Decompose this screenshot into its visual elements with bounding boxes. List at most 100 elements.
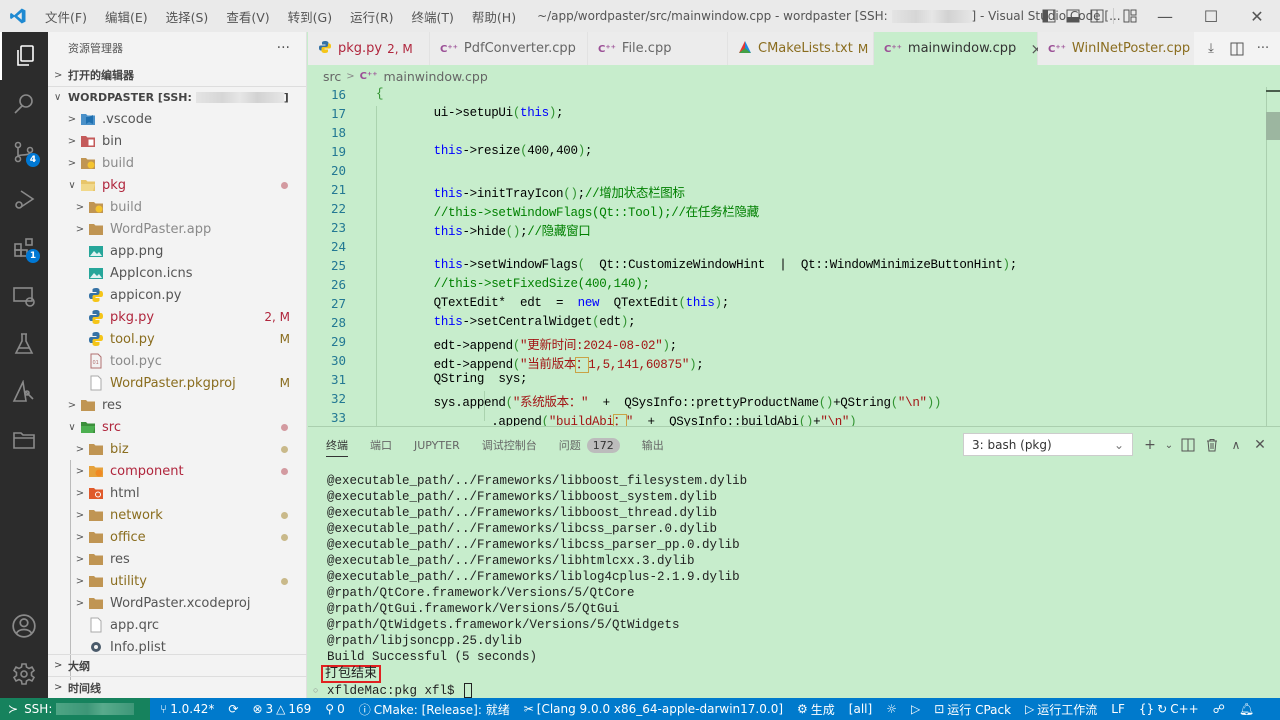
tree-folder[interactable]: > component: [48, 460, 306, 482]
search-icon[interactable]: [0, 80, 48, 128]
tree-file[interactable]: appicon.py: [48, 284, 306, 306]
panel-tab[interactable]: 终端: [326, 427, 348, 463]
tab-mainwindow-cpp[interactable]: C⁺⁺ mainwindow.cpp ×: [874, 32, 1043, 65]
cmake-status[interactable]: ⓘ CMake: [Release]: 就绪: [352, 701, 517, 718]
sync-button[interactable]: ⟳: [221, 702, 245, 716]
tree-folder[interactable]: > bin: [48, 130, 306, 152]
panel-tab[interactable]: JUPYTER: [414, 427, 460, 463]
menu-item[interactable]: 选择(S): [157, 7, 218, 26]
close-panel-button[interactable]: ✕: [1248, 437, 1272, 453]
tree-folder[interactable]: > .vscode: [48, 108, 306, 130]
tab-cmakelists-txt[interactable]: CMakeLists.txt M: [728, 32, 874, 65]
cmake-icon[interactable]: [0, 368, 48, 416]
menu-item[interactable]: 查看(V): [217, 7, 278, 26]
menu-item[interactable]: 转到(G): [279, 7, 341, 26]
terminal-prompt[interactable]: ○ xfldeMac:pkg xfl$: [313, 683, 747, 699]
toggle-secondary-sidebar-button[interactable]: [1085, 0, 1109, 32]
tree-folder[interactable]: > build: [48, 196, 306, 218]
tree-file[interactable]: app.png: [48, 240, 306, 262]
tree-file[interactable]: tool.py M: [48, 328, 306, 350]
tab-pkg-py[interactable]: pkg.py 2, M: [308, 32, 430, 65]
tree-folder[interactable]: > office: [48, 526, 306, 548]
tree-folder[interactable]: > res: [48, 548, 306, 570]
outline-section[interactable]: > 大纲: [48, 654, 307, 676]
tree-folder[interactable]: ∨ pkg: [48, 174, 306, 196]
menu-item[interactable]: 文件(F): [36, 7, 96, 26]
menu-item[interactable]: 运行(R): [341, 7, 402, 26]
minimize-button[interactable]: —: [1142, 0, 1188, 32]
feedback-icon[interactable]: ☍: [1206, 702, 1232, 716]
run-button[interactable]: ▷: [904, 702, 927, 716]
tree-folder[interactable]: > html: [48, 482, 306, 504]
more-actions-button[interactable]: ···: [277, 40, 290, 56]
extensions-icon[interactable]: 1: [0, 224, 48, 272]
workflow-button[interactable]: ▷ 运行工作流: [1018, 701, 1104, 718]
maximize-panel-button[interactable]: ∧: [1224, 438, 1248, 452]
notifications-icon[interactable]: 🔔︎: [1232, 702, 1261, 716]
debug-button[interactable]: ☼: [879, 702, 904, 716]
trash-icon[interactable]: [1200, 438, 1224, 452]
tree-folder[interactable]: > WordPaster.app: [48, 218, 306, 240]
tree-file[interactable]: WordPaster.pkgproj M: [48, 372, 306, 394]
problems-status[interactable]: ⊗ 3 △ 169: [245, 702, 318, 716]
eol-status[interactable]: LF: [1104, 702, 1132, 716]
folders-icon[interactable]: [0, 416, 48, 464]
account-icon[interactable]: [0, 602, 48, 650]
breadcrumb-item[interactable]: src: [323, 69, 341, 84]
code-editor[interactable]: 16 {17 ui->setupUi(this); 18 19 this->resiz…: [308, 87, 1280, 430]
settings-gear-icon[interactable]: [0, 650, 48, 698]
cmake-kit[interactable]: ✂ [Clang 9.0.0 x86_64-apple-darwin17.0.0]: [517, 702, 790, 716]
toggle-sidebar-button[interactable]: [1037, 0, 1061, 32]
new-terminal-button[interactable]: +: [1138, 437, 1162, 453]
close-window-button[interactable]: ✕: [1234, 0, 1280, 32]
tree-file[interactable]: pkg.py 2, M: [48, 306, 306, 328]
tree-folder[interactable]: > build: [48, 152, 306, 174]
menu-item[interactable]: 终端(T): [403, 7, 463, 26]
remote-indicator[interactable]: ≻ SSH:: [0, 698, 150, 720]
editor-scrollbar[interactable]: [1266, 87, 1280, 426]
terminal-selector[interactable]: 3: bash (pkg) ⌄: [963, 433, 1133, 456]
customize-layout-button[interactable]: [1118, 0, 1142, 32]
workspace-section[interactable]: ∨ WORDPASTER [SSH: ]: [48, 86, 306, 108]
tree-folder[interactable]: > utility: [48, 570, 306, 592]
maximize-button[interactable]: ☐: [1188, 0, 1234, 32]
tree-folder[interactable]: ∨ src: [48, 416, 306, 438]
tree-folder[interactable]: > res: [48, 394, 306, 416]
menu-item[interactable]: 编辑(E): [96, 7, 157, 26]
tree-folder[interactable]: > biz: [48, 438, 306, 460]
breadcrumb-item[interactable]: mainwindow.cpp: [384, 69, 488, 84]
scrollbar-thumb[interactable]: [1266, 112, 1280, 140]
tab-file-cpp[interactable]: C⁺⁺ File.cpp: [588, 32, 728, 65]
run-debug-icon[interactable]: [0, 176, 48, 224]
tree-folder[interactable]: > network: [48, 504, 306, 526]
tree-file[interactable]: app.qrc: [48, 614, 306, 636]
tab-pdfconverter-cpp[interactable]: C⁺⁺ PdfConverter.cpp: [430, 32, 588, 65]
source-control-icon[interactable]: 4: [0, 128, 48, 176]
cmake-build-button[interactable]: ⚙ 生成: [790, 701, 842, 718]
open-editors-section[interactable]: > 打开的编辑器: [48, 64, 306, 86]
tree-file[interactable]: AppIcon.icns: [48, 262, 306, 284]
ports-status[interactable]: ⚲ 0: [318, 702, 351, 716]
split-terminal-button[interactable]: [1176, 438, 1200, 452]
terminal-output[interactable]: @executable_path/../Frameworks/libboost_…: [313, 473, 747, 699]
toggle-panel-button[interactable]: [1061, 0, 1085, 32]
tab-wininetposter-cpp[interactable]: C⁺⁺WinINetPoster.cpp1: [1038, 32, 1203, 65]
tree-file[interactable]: 01 tool.pyc: [48, 350, 306, 372]
tree-folder[interactable]: > WordPaster.xcodeproj: [48, 592, 306, 614]
remote-explorer-icon[interactable]: [0, 272, 48, 320]
timeline-section[interactable]: > 时间线: [48, 676, 307, 698]
menu-item[interactable]: 帮助(H): [463, 7, 525, 26]
split-editor-button[interactable]: [1224, 42, 1250, 56]
explorer-icon[interactable]: [0, 32, 48, 80]
panel-tab[interactable]: 输出: [642, 427, 664, 463]
testing-icon[interactable]: [0, 320, 48, 368]
more-actions-button[interactable]: ···: [1250, 41, 1276, 56]
branch-status[interactable]: ⑂ 1.0.42*: [153, 702, 221, 716]
panel-tab[interactable]: 端口: [370, 427, 392, 463]
download-icon[interactable]: ⤓: [1198, 41, 1224, 56]
language-status[interactable]: {} ↻ C++: [1132, 702, 1206, 716]
panel-tab[interactable]: 问题 172: [559, 427, 620, 463]
cmake-target[interactable]: [all]: [842, 702, 879, 716]
terminal-dropdown-icon[interactable]: ⌄: [1162, 440, 1176, 451]
panel-tab[interactable]: 调试控制台: [482, 427, 537, 463]
